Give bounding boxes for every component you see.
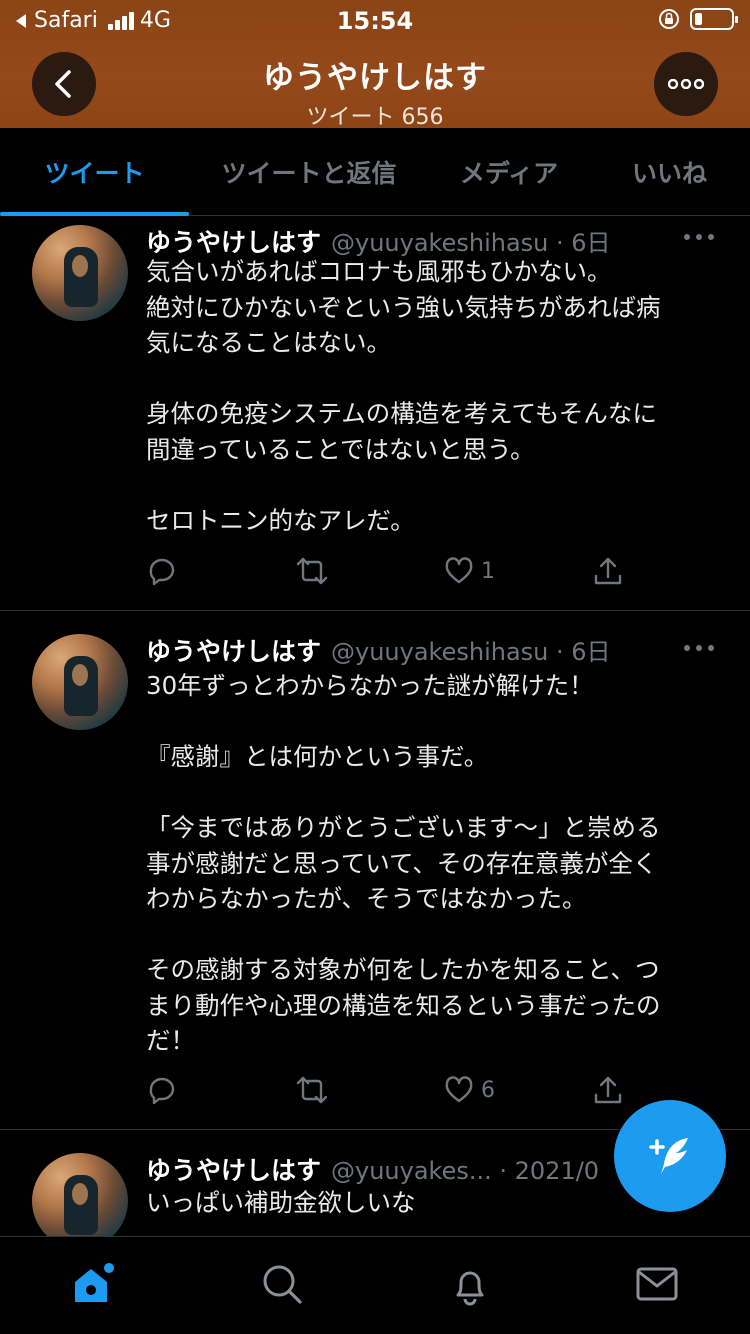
- header-title-block: ゆうやけしはす ツイート 656: [150, 52, 600, 131]
- tweet-text-line: その感謝する対象が何をしたかを知ること、つ: [146, 955, 660, 984]
- avatar[interactable]: [32, 634, 128, 730]
- heart-icon: [445, 1076, 473, 1103]
- tweet-text-line: 気合いがあればコロナも風邪もひかない。: [146, 257, 612, 286]
- reply-icon: [149, 1077, 175, 1105]
- tweet-text: 30年ずっとわからなかった謎が解けた！ 『感謝』とは何かという事だ。 「今までは…: [146, 668, 711, 1059]
- tweet-text-line: 30年ずっとわからなかった謎が解けた！: [146, 671, 594, 700]
- share-button[interactable]: [592, 1074, 624, 1106]
- like-count: 6: [481, 1077, 495, 1103]
- tweet-text-line: [146, 467, 711, 503]
- tweet-actions: 1: [146, 555, 666, 595]
- search-icon: [263, 1265, 302, 1304]
- ellipsis-icon: [668, 79, 704, 89]
- tweet-text-line: 身体の免疫システムの構造を考えてもそんなに: [146, 399, 657, 428]
- more-options-button[interactable]: [654, 52, 718, 116]
- rotation-lock-icon: [659, 9, 679, 29]
- like-button[interactable]: 1: [443, 555, 495, 587]
- messages-tab[interactable]: [632, 1259, 682, 1309]
- like-button[interactable]: 6: [443, 1074, 495, 1106]
- tweet-item[interactable]: ゆうやけしはす @yuuyakeshihasu · 6日 30年ずっとわからなか…: [0, 612, 750, 1130]
- compose-feather-icon: [649, 1138, 688, 1174]
- tweet-count: ツイート 656: [306, 105, 444, 130]
- tab-tweets[interactable]: ツイート: [0, 128, 189, 216]
- share-icon: [594, 1076, 622, 1104]
- tweet-meta: ゆうやけしはす @yuuyakeshihasu · 6日: [146, 632, 611, 668]
- mail-icon: [636, 1267, 678, 1301]
- tweet-text-line: [146, 917, 711, 953]
- page-title: ゆうやけしはす: [263, 60, 487, 96]
- retweet-icon: [296, 557, 328, 585]
- search-tab[interactable]: [257, 1259, 307, 1309]
- tweet-text-line: [146, 361, 711, 397]
- tweet-actions: 6: [146, 1074, 666, 1114]
- tweet-menu-button[interactable]: [684, 645, 714, 653]
- clock: 15:54: [336, 7, 414, 35]
- reply-button[interactable]: [146, 1074, 178, 1106]
- battery-icon: [690, 8, 738, 30]
- author-handle: @yuuyakeshihasu · 6日: [331, 638, 611, 666]
- avatar[interactable]: [32, 225, 128, 321]
- tweet-text-line: 気になることはない。: [146, 328, 391, 357]
- status-bar: Safari 4G 15:54: [0, 0, 750, 42]
- tweet-text: 気合いがあればコロナも風邪もひかない。 絶対にひかないぞという強い気持ちがあれば…: [146, 254, 711, 538]
- tweet-text-line: [146, 775, 711, 811]
- tab-media[interactable]: メディア: [429, 128, 589, 216]
- tab-likes[interactable]: いいね: [589, 128, 750, 216]
- reply-icon: [149, 558, 175, 586]
- tweet-item[interactable]: ゆうやけしはす @yuuyakeshihasu · 6日 気合いがあればコロナも…: [0, 217, 750, 611]
- tab-tweets-and-replies[interactable]: ツイートと返信: [189, 128, 429, 216]
- tweet-text-line: セロトニン的なアレだ。: [146, 505, 415, 535]
- tweet-text-line: 間違っていることではないと思う。: [146, 434, 535, 464]
- bell-icon: [456, 1271, 484, 1306]
- tweet-text-line: まり動作や心理の構造を知るという事だったの: [146, 990, 661, 1020]
- reply-button[interactable]: [146, 555, 178, 587]
- profile-tabs: ツイート ツイートと返信 メディア いいね: [0, 128, 750, 216]
- bottom-tab-bar: [0, 1236, 750, 1334]
- home-icon: [75, 1263, 114, 1302]
- profile-header: Safari 4G 15:54 ゆうやけしはす ツイート 656: [0, 0, 750, 131]
- retweet-button[interactable]: [294, 555, 330, 587]
- tweet-text-line: わからなかったが、そうではなかった。: [146, 884, 587, 913]
- tweet-text-line: [146, 704, 711, 740]
- retweet-icon: [296, 1076, 328, 1104]
- active-tab-indicator: [0, 212, 189, 216]
- author-name[interactable]: ゆうやけしはす: [146, 632, 321, 668]
- compose-tweet-button[interactable]: [614, 1100, 726, 1212]
- tweet-meta: ゆうやけしはす @yuuyakes... · 2021/0: [146, 1151, 599, 1187]
- avatar[interactable]: [32, 1153, 128, 1236]
- heart-icon: [445, 557, 473, 584]
- tweet-text-line: だ！: [146, 1026, 195, 1055]
- tweet-menu-button[interactable]: [684, 234, 714, 242]
- tweet-text-line: 事が感謝だと思っていて、その存在意義が全く: [146, 848, 658, 878]
- tweet-text-line: 絶対にひかないぞという強い気持ちがあれば病: [146, 292, 661, 322]
- author-handle: @yuuyakeshihasu · 6日: [331, 229, 611, 257]
- author-handle: @yuuyakes... · 2021/0: [331, 1157, 600, 1185]
- home-tab[interactable]: [68, 1259, 118, 1309]
- share-icon: [594, 557, 622, 585]
- tweet-text-line: 「今まではありがとうございます〜」と崇める: [146, 813, 661, 842]
- notifications-tab[interactable]: [445, 1259, 495, 1309]
- tweet-text-line: 『感謝』とは何かという事だ。: [146, 742, 489, 771]
- share-button[interactable]: [592, 555, 624, 587]
- retweet-button[interactable]: [294, 1074, 330, 1106]
- like-count: 1: [481, 558, 495, 584]
- chevron-left-icon: [55, 70, 71, 98]
- back-button[interactable]: [32, 52, 96, 116]
- author-name[interactable]: ゆうやけしはす: [146, 1151, 321, 1187]
